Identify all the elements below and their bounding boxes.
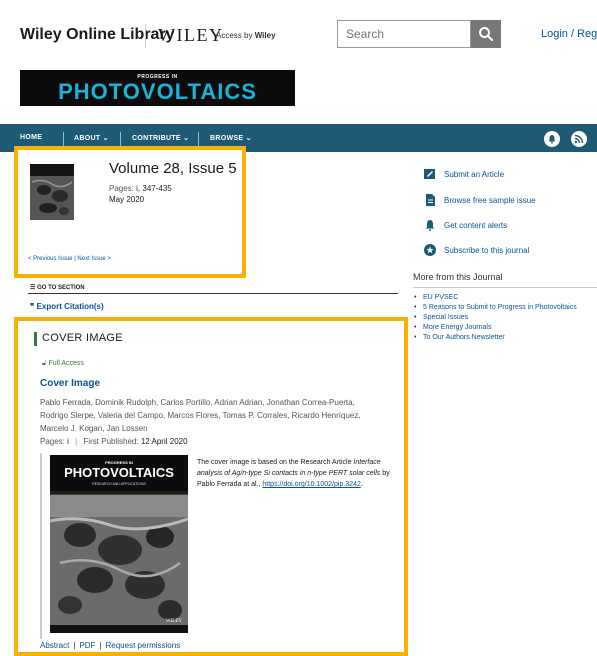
pages-value: i (67, 437, 69, 446)
nav-contribute[interactable]: CONTRIBUTE ⌄ (132, 134, 189, 142)
more-link-special-issues[interactable]: Special Issues (413, 313, 593, 323)
bell-icon (548, 135, 556, 144)
export-citation-label: Export Citation(s) (36, 302, 104, 311)
alerts-bell-button[interactable] (544, 131, 560, 147)
pdf-link[interactable]: PDF (79, 641, 95, 650)
cover-art-image: PROGRESS IN PHOTOVOLTAICS RESEARCH AND A… (50, 455, 188, 633)
nav-about[interactable]: ABOUT ⌄ (74, 134, 109, 142)
chevron-down-icon: ⌄ (102, 135, 109, 142)
more-link-eu-pvsec[interactable]: EU PVSEC (413, 293, 593, 303)
issue-title: Volume 28, Issue 5 (109, 160, 237, 177)
section-accent-bar (34, 332, 37, 346)
document-icon (426, 194, 435, 206)
publication-info: Pages: i | First Published: 12 April 202… (40, 437, 188, 446)
access-by-text: Access by Wiley (216, 31, 276, 40)
more-link-newsletter[interactable]: To Our Authors Newsletter (413, 333, 593, 343)
nav-separator (63, 132, 64, 146)
cover-desc-prefix: The cover image is based on the Research… (197, 459, 352, 466)
content-alerts-label: Get content alerts (444, 221, 508, 230)
search-icon (479, 27, 494, 42)
go-to-section-button[interactable]: ☰ GO TO SECTION (30, 284, 85, 291)
cover-big-title: PHOTOVOLTAICS (64, 465, 174, 480)
cover-description: The cover image is based on the Research… (197, 459, 390, 488)
rss-button[interactable] (571, 131, 587, 147)
issue-info-panel: Volume 28, Issue 5 Pages: i, 347-435 May… (14, 146, 246, 278)
quote-icon: ❞ (30, 302, 35, 311)
top-header: Wiley Online Library WILEY Access by Wil… (0, 0, 597, 60)
chevron-down-icon: ⌄ (183, 135, 190, 142)
cover-image-section: COVER IMAGE 🔓︎ Full Access Cover Image P… (14, 317, 408, 656)
more-link-energy-journals[interactable]: More Energy Journals (413, 323, 593, 333)
journal-banner[interactable]: PROGRESS IN PHOTOVOLTAICS (20, 70, 295, 106)
cover-subtitle: RESEARCH AND APPLICATIONS (92, 482, 146, 486)
nav-home[interactable]: HOME (20, 134, 42, 141)
access-by-org: Wiley (254, 31, 276, 40)
more-divider (413, 287, 597, 288)
go-to-section-label: GO TO SECTION (37, 285, 85, 291)
issue-cover-thumbnail[interactable] (30, 164, 74, 220)
cover-publisher: WILEY (166, 619, 182, 624)
first-published-label: First Published: (83, 437, 139, 446)
star-badge-icon (424, 244, 436, 256)
search-input[interactable] (337, 20, 471, 48)
chevron-down-icon: ⌄ (245, 135, 252, 142)
full-access-label: Full Access (48, 360, 84, 367)
nav-browse-label: BROWSE (210, 135, 244, 142)
issue-pages-label: Pages: (109, 184, 134, 193)
cover-image[interactable]: PROGRESS IN PHOTOVOLTAICS RESEARCH AND A… (50, 455, 188, 633)
nav-browse[interactable]: BROWSE ⌄ (210, 134, 252, 142)
nav-separator (120, 132, 121, 146)
banner-title: PHOTOVOLTAICS (58, 79, 257, 104)
issue-pages-value: i, 347-435 (136, 184, 172, 193)
author-list[interactable]: Pablo Ferrada, Dominik Rudolph, Carlos P… (40, 396, 380, 435)
issue-pages: Pages: i, 347-435 (109, 184, 172, 193)
header-divider (145, 24, 146, 48)
doi-link[interactable]: https://doi.org/10.1002/pip.3242 (262, 481, 360, 488)
pages-label: Pages: (40, 437, 65, 446)
nav-contribute-label: CONTRIBUTE (132, 135, 181, 142)
section-divider (28, 293, 398, 294)
login-register-link[interactable]: Login / Register (541, 28, 597, 40)
cover-figure: PROGRESS IN PHOTOVOLTAICS RESEARCH AND A… (40, 453, 188, 639)
submit-article-label: Submit an Article (444, 170, 505, 179)
search-button[interactable] (471, 20, 501, 48)
more-from-journal-heading: More from this Journal (413, 272, 503, 282)
browse-sample-label: Browse free sample issue (444, 196, 536, 205)
access-by-prefix: Access by (216, 31, 253, 40)
first-published-value: 12 April 2020 (140, 437, 188, 446)
issue-date: May 2020 (109, 195, 145, 204)
rss-icon (574, 134, 584, 144)
issue-prev-next[interactable]: < Previous Issue | Next Issue > (28, 256, 111, 262)
request-permissions-link[interactable]: Request permissions (106, 641, 181, 650)
subscribe-label: Subscribe to this journal (444, 246, 530, 255)
pencil-icon (424, 169, 435, 179)
article-action-links: Abstract | PDF | Request permissions (40, 641, 181, 650)
section-heading: COVER IMAGE (42, 332, 123, 344)
site-logo[interactable]: Wiley Online Library (20, 26, 175, 44)
publisher-logo[interactable]: WILEY (158, 25, 223, 46)
more-link-5-reasons[interactable]: 5 Reasons to Submit to Progress in Photo… (413, 303, 593, 313)
nav-about-label: ABOUT (74, 135, 101, 142)
nav-separator (198, 132, 199, 146)
abstract-link[interactable]: Abstract (40, 641, 69, 650)
bell-icon (425, 220, 435, 231)
unlock-icon: 🔓︎ (42, 360, 47, 367)
export-citation-button[interactable]: ❞ Export Citation(s) (30, 302, 104, 311)
more-from-journal-list: EU PVSEC 5 Reasons to Submit to Progress… (413, 293, 593, 343)
list-icon: ☰ (30, 285, 36, 291)
cover-art-image (30, 164, 74, 220)
full-access-badge: 🔓︎ Full Access (42, 360, 84, 368)
article-title-link[interactable]: Cover Image (40, 378, 100, 389)
